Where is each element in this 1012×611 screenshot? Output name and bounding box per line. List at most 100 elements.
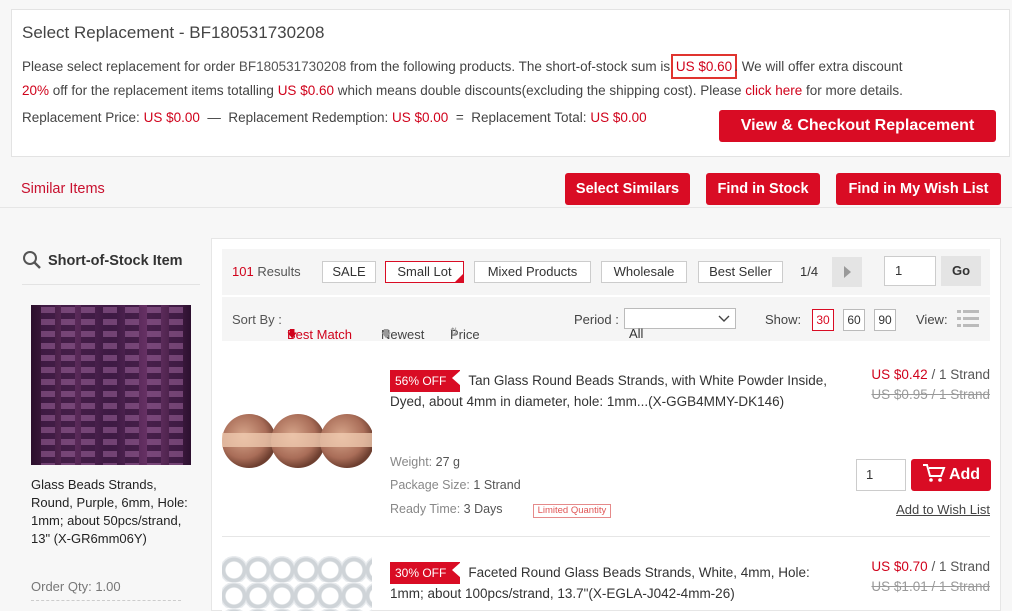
short-of-stock-description: Glass Beads Strands, Round, Purple, 6mm,…: [31, 477, 188, 546]
discount-percent: 20%: [22, 83, 50, 98]
replacement-price-label: Replacement Price:: [22, 110, 140, 125]
view-label: View:: [916, 312, 948, 327]
product-list-panel: 101 Results SALE Small Lot Mixed Product…: [211, 238, 1001, 611]
sort-bar: Sort By : Best Match 🡇 Newest 🡇 Price ⇅ …: [222, 297, 990, 342]
show-label: Show:: [765, 312, 802, 327]
product-ready-time: Ready Time: 3 Days Limited Quantity: [390, 502, 612, 518]
product-image-tan-beads: [222, 414, 372, 468]
equals-sign: =: [455, 110, 464, 125]
order-qty-value: 1.00: [95, 579, 121, 594]
product-image-white-beads: [222, 556, 372, 611]
product-title[interactable]: 56% OFF Tan Glass Round Beads Strands, wi…: [390, 370, 830, 412]
package-size-label: Package Size:: [390, 478, 470, 492]
ready-time-value: 3 Days: [463, 502, 503, 516]
short-of-stock-title: Short-of-Stock Item: [48, 253, 183, 269]
filter-chip-mixed-products[interactable]: Mixed Products: [474, 261, 591, 283]
replacement-total-amount: US $0.60: [277, 83, 334, 98]
replacement-total-value: US $0.00: [590, 110, 647, 125]
add-to-wishlist-link[interactable]: Add to Wish List: [896, 502, 990, 517]
discount-tag: 30% OFF: [390, 562, 462, 584]
filter-chip-wholesale[interactable]: Wholesale: [601, 261, 687, 283]
replacement-total-label: Replacement Total:: [471, 110, 587, 125]
filter-bar: 101 Results SALE Small Lot Mixed Product…: [222, 249, 990, 295]
quantity-input[interactable]: 1: [856, 459, 906, 491]
info-text: which means double discounts(excluding t…: [337, 83, 742, 98]
period-label: Period :: [574, 312, 619, 327]
short-of-stock-image: [31, 305, 191, 465]
divider: [31, 600, 181, 601]
add-to-cart-button[interactable]: Add: [911, 459, 991, 491]
price-now: US $0.42: [871, 367, 928, 382]
search-icon: [23, 251, 41, 269]
divider: [0, 207, 1012, 208]
show-30-option[interactable]: 30: [812, 309, 834, 331]
divider: [22, 284, 200, 285]
results-label: Results: [257, 264, 301, 279]
show-90-option[interactable]: 90: [874, 309, 896, 331]
arrow-down-icon: 🡇: [287, 329, 298, 340]
filter-chip-sale[interactable]: SALE: [322, 261, 376, 283]
price-unit: / 1 Strand: [931, 559, 990, 574]
product-weight: Weight: 27 g: [390, 455, 460, 469]
find-in-stock-button[interactable]: Find in Stock: [706, 173, 820, 205]
page-title: Select Replacement - BF180531730208: [22, 23, 325, 42]
minus-sign: —: [207, 110, 221, 125]
info-text: from the following products. The short-o…: [350, 59, 671, 74]
cart-icon: [922, 464, 946, 482]
replacement-panel: Select Replacement - BF180531730208 Plea…: [11, 9, 1010, 157]
product-package-size: Package Size: 1 Strand: [390, 478, 521, 492]
show-60-option[interactable]: 60: [843, 309, 865, 331]
filter-chip-best-seller[interactable]: Best Seller: [698, 261, 783, 283]
click-here-link[interactable]: click here: [745, 83, 802, 98]
chevron-down-icon: [718, 315, 730, 322]
sort-updown-icon: ⇅: [450, 327, 459, 338]
select-similars-button[interactable]: Select Similars: [565, 173, 690, 205]
product-title[interactable]: 30% OFF Faceted Round Glass Beads Strands…: [390, 562, 830, 604]
filter-chip-small-lot[interactable]: Small Lot: [385, 261, 464, 283]
info-text: off for the replacement items totalling: [52, 83, 274, 98]
info-text: Please select replacement for order: [22, 59, 236, 74]
product-price: US $0.70 / 1 Strand: [871, 559, 990, 574]
period-select[interactable]: All: [624, 308, 736, 341]
price-unit: / 1 Strand: [931, 367, 990, 382]
replacement-price-value: US $0.00: [143, 110, 200, 125]
replacement-redemption-label: Replacement Redemption:: [228, 110, 389, 125]
page-number-input[interactable]: 1: [884, 256, 936, 286]
find-in-wishlist-button[interactable]: Find in My Wish List: [836, 173, 1001, 205]
results-count: 101 Results: [232, 264, 301, 279]
arrow-down-icon: 🡇: [381, 329, 392, 340]
replacement-summary: Replacement Price: US $0.00 — Replacemen…: [22, 108, 647, 128]
similar-items-label: Similar Items: [21, 181, 105, 197]
list-view-icon[interactable]: [957, 309, 979, 329]
period-value: All: [629, 326, 644, 341]
ready-time-label: Ready Time:: [390, 502, 461, 516]
short-of-stock-heading: Short-of-Stock Item: [22, 250, 183, 270]
package-size-value: 1 Strand: [473, 478, 521, 492]
order-number: BF180531730208: [238, 59, 347, 74]
results-number: 101: [232, 264, 254, 279]
page-indicator: 1/4: [800, 264, 819, 279]
short-of-stock-sum: US $0.60: [670, 54, 738, 79]
sort-by-label: Sort By :: [232, 312, 282, 327]
divider: [222, 536, 990, 537]
next-page-button[interactable]: [832, 257, 862, 287]
replacement-redemption-value: US $0.00: [392, 110, 449, 125]
replacement-info-line-1: Please select replacement for order BF18…: [22, 54, 903, 79]
chevron-right-icon: [844, 266, 851, 278]
product-original-price: US $1.01 / 1 Strand: [871, 579, 990, 594]
limited-quantity-badge: Limited Quantity: [532, 504, 612, 518]
info-text: for more details.: [806, 83, 903, 98]
add-button-label: Add: [948, 466, 981, 483]
go-button[interactable]: Go: [941, 256, 981, 286]
discount-tag: 56% OFF: [390, 370, 462, 392]
weight-label: Weight:: [390, 455, 433, 469]
weight-value: 27 g: [435, 455, 460, 469]
product-original-price: US $0.95 / 1 Strand: [871, 387, 990, 402]
product-price: US $0.42 / 1 Strand: [871, 367, 990, 382]
view-checkout-replacement-button[interactable]: View & Checkout Replacement: [719, 110, 996, 142]
replacement-info-line-2: 20% off for the replacement items totall…: [22, 81, 903, 101]
price-now: US $0.70: [871, 559, 928, 574]
order-qty: Order Qty: 1.00: [31, 579, 121, 594]
info-text: . We will offer extra discount: [734, 59, 903, 74]
order-qty-label: Order Qty:: [31, 579, 92, 594]
